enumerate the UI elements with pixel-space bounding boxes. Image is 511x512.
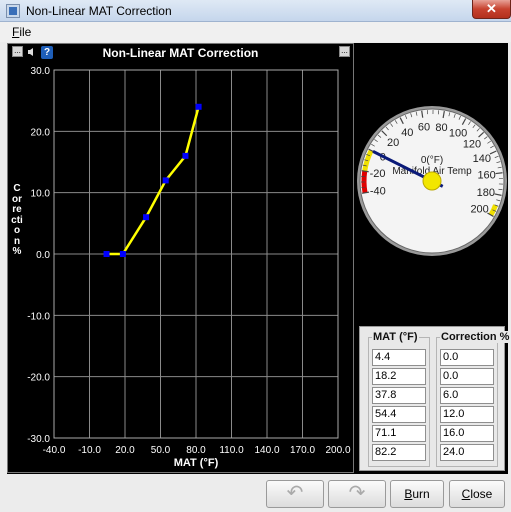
y-tick-label: -20.0 <box>27 373 50 384</box>
mat-column-header: MAT (°F) <box>372 331 419 343</box>
correction-cell[interactable]: 0.0 <box>440 349 494 366</box>
y-tick-label: 0.0 <box>36 250 50 261</box>
gauge-label: 40 <box>401 127 413 139</box>
x-tick-label: 110.0 <box>219 445 244 456</box>
chart[interactable]: -40.0 -10.0 20.0 50.0 80.0 110.0 140.0 170.0 200… <box>8 44 353 472</box>
gauge-label: 80 <box>435 122 447 134</box>
y-tick-label: 10.0 <box>31 189 51 200</box>
y-tick-label: -30.0 <box>27 434 50 445</box>
gauge-label: 180 <box>477 187 495 199</box>
mat-cell[interactable]: 37.8 <box>372 387 426 404</box>
gauge-label: 160 <box>477 170 495 182</box>
close-window-button[interactable]: ✕ <box>472 0 511 19</box>
x-tick-label: -40.0 <box>43 445 66 456</box>
menu-bar: File <box>0 22 511 42</box>
x-tick-label: 170.0 <box>290 445 315 456</box>
y-tick-label: -10.0 <box>27 311 50 322</box>
data-point[interactable] <box>195 103 202 110</box>
content-panel: -40.0 -10.0 20.0 50.0 80.0 110.0 140.0 170.0 200… <box>7 43 511 474</box>
undo-button[interactable]: ↶ <box>266 480 324 508</box>
manifold-air-temp-gauge: -40-200204060801001201401601802000(°F)Ma… <box>356 103 508 263</box>
x-tick-label: 200.0 <box>325 445 350 456</box>
menu-file-rest: ile <box>19 25 32 39</box>
mat-cell[interactable]: 71.1 <box>372 425 426 442</box>
gauge-label: 20 <box>387 137 399 149</box>
y-axis-label: Correction % <box>11 183 23 257</box>
y-tick-label: 30.0 <box>31 66 51 77</box>
window-title: Non-Linear MAT Correction <box>26 4 172 18</box>
chart-title: Non-Linear MAT Correction <box>102 46 259 60</box>
data-point[interactable] <box>119 251 126 257</box>
gauge-units: 0(°F) <box>421 155 443 166</box>
title-bar: Non-Linear MAT Correction ✕ <box>0 0 511 22</box>
data-point[interactable] <box>162 177 169 184</box>
mat-cell[interactable]: 4.4 <box>372 349 426 366</box>
x-axis-label: MAT (°F) <box>174 457 219 469</box>
mat-cell[interactable]: 54.4 <box>372 406 426 423</box>
x-tick-label: 80.0 <box>186 445 206 456</box>
correction-cell[interactable]: 24.0 <box>440 444 494 461</box>
chart-panel: -40.0 -10.0 20.0 50.0 80.0 110.0 140.0 170.0 200… <box>7 43 354 473</box>
correction-cell[interactable]: 12.0 <box>440 406 494 423</box>
gauge-label: 120 <box>463 138 481 150</box>
gauge-label: 60 <box>418 122 430 134</box>
correction-cell[interactable]: 0.0 <box>440 368 494 385</box>
redo-button[interactable]: ↷ <box>328 480 386 508</box>
data-point[interactable] <box>143 214 150 221</box>
data-point[interactable] <box>103 251 110 257</box>
burn-button[interactable]: Burn <box>390 480 444 508</box>
x-tick-label: -10.0 <box>78 445 101 456</box>
gauge-label: -20 <box>370 168 386 180</box>
gauge-label: 200 <box>470 204 488 216</box>
button-bar: ↶ ↷ Burn Close <box>0 476 511 512</box>
data-point[interactable] <box>182 152 189 159</box>
app-icon <box>6 4 20 18</box>
mat-cell[interactable]: 18.2 <box>372 368 426 385</box>
menu-file[interactable]: File <box>12 25 31 39</box>
chart-header: ... ? Non-Linear MAT Correction ... <box>8 44 353 61</box>
series-line <box>106 106 200 256</box>
burn-label-rest: urn <box>412 487 430 501</box>
gauge-hub <box>422 171 442 191</box>
correction-column-header: Correction % <box>440 331 511 343</box>
mat-correction-table: MAT (°F) 4.4 18.2 37.8 54.4 71.1 82.2 Co… <box>359 326 511 471</box>
correction-cell[interactable]: 16.0 <box>440 425 494 442</box>
gauge-label: 140 <box>473 153 491 165</box>
x-tick-label: 20.0 <box>115 445 135 456</box>
close-label-rest: lose <box>470 487 493 501</box>
y-tick-label: 20.0 <box>31 127 51 138</box>
chart-options-button[interactable]: ... <box>339 46 350 57</box>
mat-cell[interactable]: 82.2 <box>372 444 426 461</box>
gauge-label: -40 <box>370 186 386 198</box>
correction-cell[interactable]: 6.0 <box>440 387 494 404</box>
x-tick-label: 140.0 <box>254 445 279 456</box>
gauge-tick <box>495 172 503 175</box>
x-tick-label: 50.0 <box>151 445 171 456</box>
close-button[interactable]: Close <box>449 480 505 508</box>
